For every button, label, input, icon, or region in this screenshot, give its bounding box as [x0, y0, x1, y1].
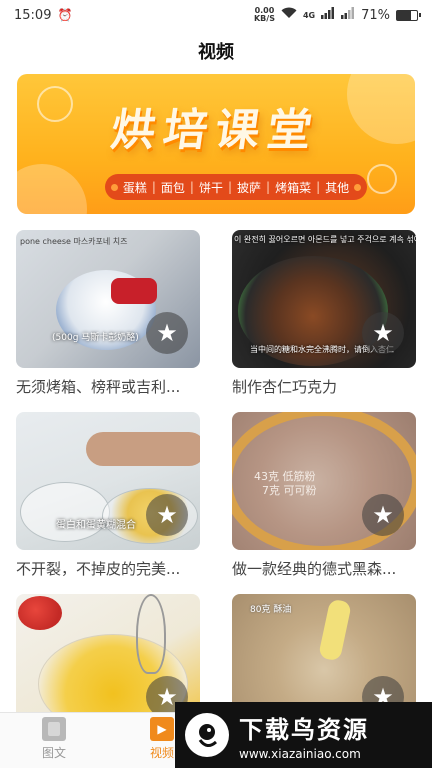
signal-icon [321, 7, 335, 23]
wifi-icon [281, 7, 297, 23]
signal-label: 4G [302, 10, 316, 20]
document-icon [42, 717, 66, 741]
battery-percent: 71% [361, 7, 390, 23]
video-overlay-text: 이 완전히 끓어오르면 아몬드를 넣고 주걱으로 계속 섞어 주세 [234, 235, 416, 244]
video-card[interactable]: pone cheese 마스카포네 치즈 (500g 马斯卡彭奶酪) ★ 无须烤… [16, 230, 200, 397]
label-badge [111, 278, 157, 304]
video-card[interactable]: 43克 低筋粉 7克 可可粉 ★ 做一款经典的德式黑森... [232, 412, 416, 579]
strawberries [18, 596, 62, 630]
video-title[interactable]: 不开裂，不掉皮的完美... [16, 558, 200, 579]
video-overlay-text: pone cheese 마스카포네 치즈 [20, 237, 128, 246]
net-speed: 0.00 KB/S [253, 6, 275, 23]
favorite-star-icon[interactable]: ★ [146, 494, 188, 536]
category-label: 蛋糕 [122, 180, 147, 195]
video-title[interactable]: 制作杏仁巧克力 [232, 376, 416, 397]
banner[interactable]: 烘培课堂 蛋糕 | 面包 | 饼干 | 披萨 | 烤箱菜 | 其他 [17, 74, 415, 214]
category-label: 其他 [325, 180, 350, 195]
alarm-icon: ⏰ [57, 8, 73, 22]
video-card[interactable]: 이 완전히 끓어오르면 아몬드를 넣고 주걱으로 계속 섞어 주세 当中间的糖和… [232, 230, 416, 397]
dot-icon [354, 183, 362, 191]
banner-categories: 蛋糕 | 面包 | 饼干 | 披萨 | 烤箱菜 | 其他 [105, 174, 367, 200]
category-label: 披萨 [237, 180, 262, 195]
bird-logo-icon [185, 713, 229, 757]
glass-bowl [20, 482, 110, 542]
video-overlay-subtitle: (500g 马斯卡彭奶酪) [52, 333, 139, 343]
banner-decoration [367, 164, 397, 194]
banner-decoration [17, 164, 87, 214]
video-thumbnail[interactable]: 43克 低筋粉 7克 可可粉 ★ [232, 412, 416, 550]
signal-icon-2 [341, 7, 355, 23]
video-overlay-subtitle: 7克 可可粉 [262, 484, 317, 497]
arm [86, 432, 200, 466]
status-bar: 15:09 ⏰ 0.00 KB/S 4G 71% [0, 0, 432, 30]
category-label: 饼干 [198, 180, 223, 195]
battery-icon [396, 9, 421, 21]
tab-graphic[interactable]: 图文 [24, 717, 84, 761]
video-thumbnail[interactable]: pone cheese 마스카포네 치즈 (500g 马斯卡彭奶酪) ★ [16, 230, 200, 368]
video-overlay-text: 80克 酥油 [250, 605, 292, 615]
watermark-banner: 下载鸟资源 www.xiazainiao.com [175, 702, 432, 768]
favorite-star-icon[interactable]: ★ [362, 494, 404, 536]
butter-stick [318, 598, 352, 662]
status-time: 15:09 [14, 7, 52, 23]
banner-title: 烘培课堂 [107, 105, 323, 156]
tab-label: 图文 [41, 746, 66, 760]
watermark-url: www.xiazainiao.com [239, 746, 361, 761]
favorite-star-icon[interactable]: ★ [362, 312, 404, 354]
category-label: 面包 [160, 180, 185, 195]
category-label: 烤箱菜 [275, 180, 312, 195]
video-icon: ▶ [150, 717, 174, 741]
favorite-star-icon[interactable]: ★ [146, 312, 188, 354]
dot-icon [110, 183, 118, 191]
video-overlay-subtitle: 蛋白和蛋黄糊混合 [56, 520, 136, 531]
tab-label: 视频 [149, 746, 174, 760]
watermark-title: 下载鸟资源 [239, 715, 369, 744]
video-card[interactable]: 蛋白和蛋黄糊混合 ★ 不开裂，不掉皮的完美... [16, 412, 200, 579]
video-title[interactable]: 做一款经典的德式黑森... [232, 558, 416, 579]
page-title: 视频 [198, 42, 234, 63]
whisk [136, 594, 166, 674]
video-thumbnail[interactable]: 이 완전히 끓어오르면 아몬드를 넣고 주걱으로 계속 섞어 주세 当中间的糖和… [232, 230, 416, 368]
video-title[interactable]: 无须烤箱、榜秤或吉利... [16, 376, 200, 397]
video-thumbnail[interactable]: 蛋白和蛋黄糊混合 ★ [16, 412, 200, 550]
